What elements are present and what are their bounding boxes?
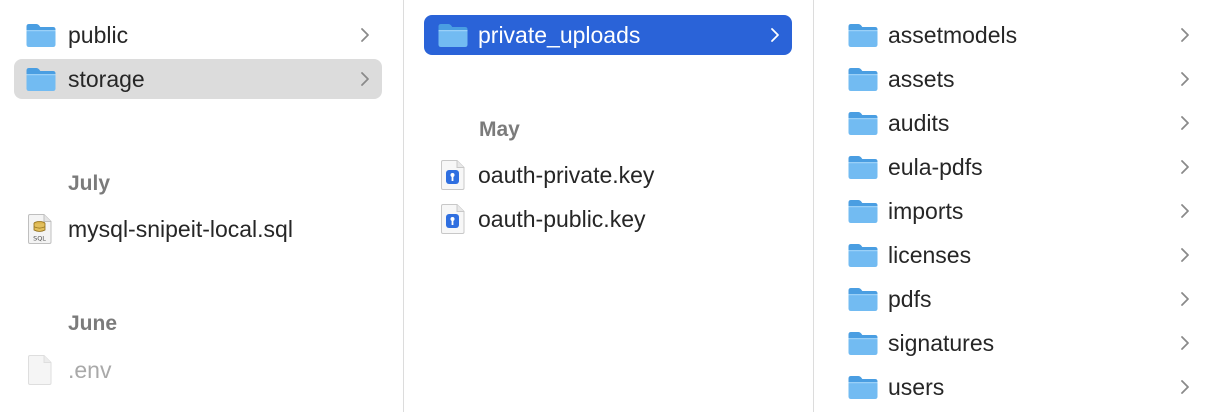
- chevron-right-icon: [358, 26, 372, 44]
- section-header-july: July: [68, 172, 111, 195]
- key-file-icon: [439, 203, 467, 235]
- chevron-right-icon: [358, 70, 372, 88]
- folder-name: public: [68, 21, 129, 48]
- folder-name: licenses: [888, 241, 972, 268]
- folder-icon: [847, 198, 879, 224]
- folder-icon: [847, 330, 879, 356]
- folder-icon: [437, 22, 469, 48]
- folder-row-public[interactable]: public: [14, 15, 382, 55]
- folder-row-assets[interactable]: assets: [834, 59, 1202, 99]
- folder-row-audits[interactable]: audits: [834, 103, 1202, 143]
- folder-name: assets: [888, 65, 955, 92]
- chevron-right-icon: [768, 26, 782, 44]
- folder-name: pdfs: [888, 285, 932, 312]
- folder-name: users: [888, 373, 945, 400]
- folder-icon: [847, 154, 879, 180]
- folder-row-private-uploads[interactable]: private_uploads: [424, 15, 792, 55]
- column-2[interactable]: private_uploads May oauth-private.key oa…: [404, 0, 814, 412]
- column-browser: public storage July mysql-snipeit-local.…: [0, 0, 1212, 412]
- column-1[interactable]: public storage July mysql-snipeit-local.…: [0, 0, 404, 412]
- folder-row-licenses[interactable]: licenses: [834, 235, 1202, 275]
- chevron-right-icon: [1178, 26, 1192, 44]
- folder-row-pdfs[interactable]: pdfs: [834, 279, 1202, 319]
- folder-icon: [25, 22, 57, 48]
- sql-file-icon: [26, 213, 54, 245]
- folder-row-signatures[interactable]: signatures: [834, 323, 1202, 363]
- folder-name: imports: [888, 197, 964, 224]
- folder-name: assetmodels: [888, 21, 1018, 48]
- column-3[interactable]: assetmodels assets audits eula-pdfs impo…: [814, 0, 1212, 412]
- chevron-right-icon: [1178, 202, 1192, 220]
- blank-file-icon: [26, 354, 54, 386]
- file-name: .env: [68, 356, 112, 383]
- section-header-june: June: [68, 312, 118, 335]
- section-header-may: May: [479, 118, 520, 141]
- folder-icon: [847, 286, 879, 312]
- folder-name: audits: [888, 109, 950, 136]
- chevron-right-icon: [1178, 334, 1192, 352]
- folder-icon: [847, 242, 879, 268]
- folder-icon: [847, 110, 879, 136]
- folder-icon: [25, 66, 57, 92]
- folder-icon: [847, 66, 879, 92]
- folder-row-eula-pdfs[interactable]: eula-pdfs: [834, 147, 1202, 187]
- folder-name: storage: [68, 65, 145, 92]
- folder-icon: [847, 374, 879, 400]
- chevron-right-icon: [1178, 70, 1192, 88]
- file-name: oauth-private.key: [478, 161, 655, 188]
- folder-name: eula-pdfs: [888, 153, 983, 180]
- file-row-env[interactable]: .env: [14, 350, 382, 390]
- file-row-oauth-public[interactable]: oauth-public.key: [424, 199, 792, 239]
- file-row-oauth-private[interactable]: oauth-private.key: [424, 155, 792, 195]
- chevron-right-icon: [1178, 246, 1192, 264]
- chevron-right-icon: [1178, 114, 1192, 132]
- folder-row-imports[interactable]: imports: [834, 191, 1202, 231]
- folder-name: signatures: [888, 329, 995, 356]
- chevron-right-icon: [1178, 290, 1192, 308]
- file-name: mysql-snipeit-local.sql: [68, 215, 293, 242]
- folder-name: private_uploads: [478, 21, 641, 48]
- chevron-right-icon: [1178, 158, 1192, 176]
- file-row-sql[interactable]: mysql-snipeit-local.sql: [14, 209, 382, 249]
- folder-icon: [847, 22, 879, 48]
- folder-row-assetmodels[interactable]: assetmodels: [834, 15, 1202, 55]
- folder-row-storage[interactable]: storage: [14, 59, 382, 99]
- key-file-icon: [439, 159, 467, 191]
- file-name: oauth-public.key: [478, 205, 646, 232]
- chevron-right-icon: [1178, 378, 1192, 396]
- folder-row-users[interactable]: users: [834, 367, 1202, 407]
